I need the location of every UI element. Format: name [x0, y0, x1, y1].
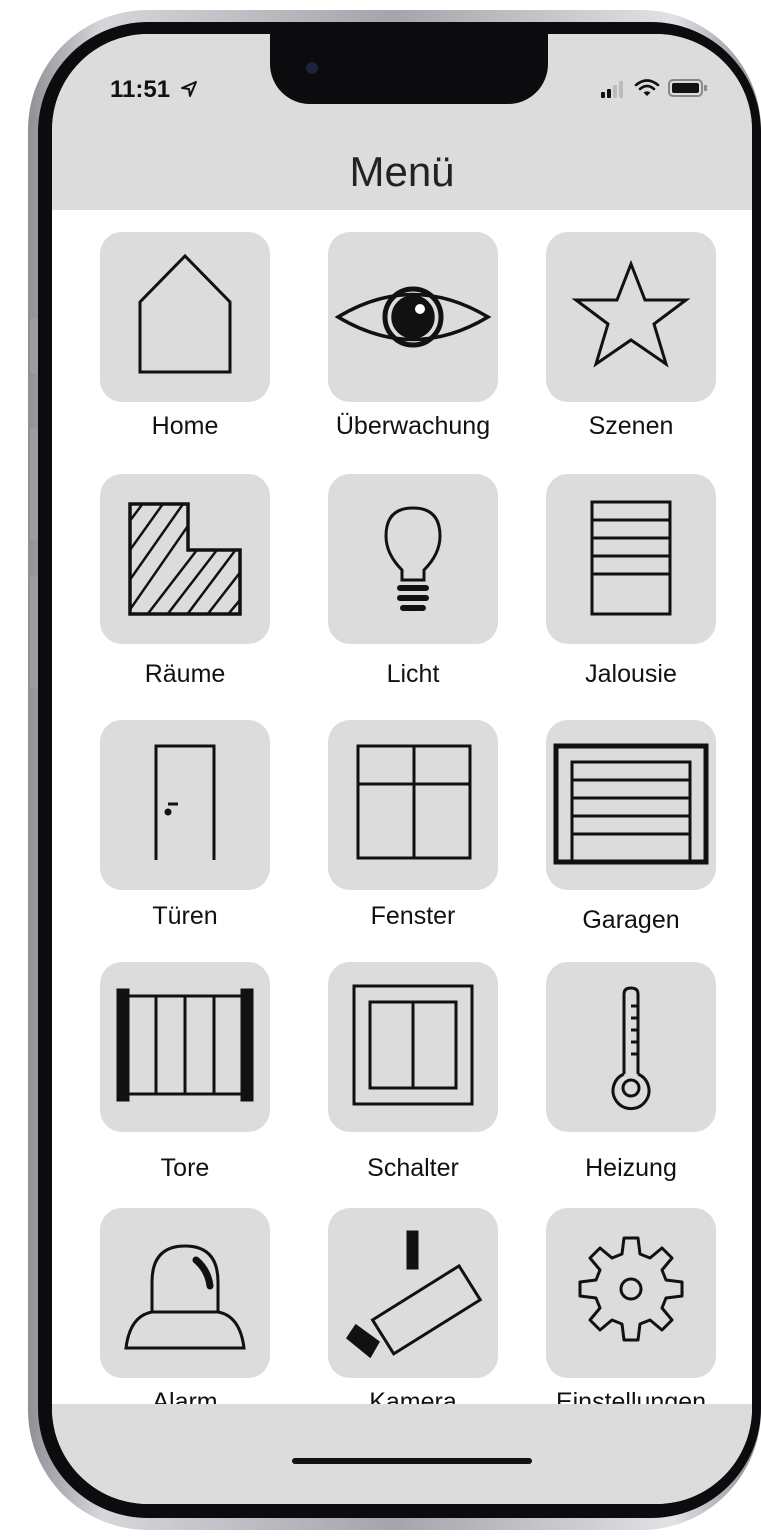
menu-tile-ueberwachung[interactable]: [328, 232, 498, 402]
volume-down-button: [30, 576, 38, 688]
menu-tile-alarm[interactable]: [100, 1208, 270, 1378]
location-arrow-icon: [180, 81, 197, 97]
menu-tile-jalousie[interactable]: [546, 474, 716, 644]
thermometer-icon: [611, 986, 651, 1111]
menu-label-home: Home: [151, 412, 219, 440]
lightbulb-icon: [384, 506, 442, 611]
status-time: 11:51: [110, 76, 198, 104]
bottom-bar: [52, 1404, 752, 1504]
menu-tile-licht[interactable]: [328, 474, 498, 644]
menu-tile-fenster[interactable]: [328, 720, 498, 890]
menu-tile-heizung[interactable]: [546, 962, 716, 1132]
menu-tile-raeume[interactable]: [100, 474, 270, 644]
volume-up-button: [30, 428, 38, 540]
gate-icon: [116, 988, 254, 1102]
menu-tile-garagen[interactable]: [546, 720, 716, 890]
menu-label-fenster: Fenster: [370, 902, 456, 930]
menu-tile-schalter[interactable]: [328, 962, 498, 1132]
screen: 11:51 Menü Home Überwachung Szenen Räume…: [52, 34, 752, 1504]
menu-tile-home[interactable]: [100, 232, 270, 402]
gear-icon: [578, 1236, 684, 1342]
menu-tile-einstellungen[interactable]: [546, 1208, 716, 1378]
menu-tile-kamera[interactable]: [328, 1208, 498, 1378]
star-icon: [571, 259, 691, 368]
house-icon: [138, 253, 232, 374]
blinds-icon: [590, 500, 672, 616]
page-title: Menü: [349, 148, 455, 195]
wifi-icon: [634, 79, 660, 96]
alarm-light-icon: [124, 1244, 246, 1350]
front-camera: [306, 62, 318, 74]
room-icon: [128, 502, 242, 616]
menu-tile-tueren[interactable]: [100, 720, 270, 890]
menu-tile-szenen[interactable]: [546, 232, 716, 402]
menu-label-licht: Licht: [386, 660, 440, 688]
door-icon: [154, 744, 216, 860]
home-indicator[interactable]: [292, 1458, 532, 1464]
menu-label-garagen: Garagen: [582, 906, 680, 934]
mute-switch: [30, 318, 38, 374]
menu-label-tore: Tore: [160, 1154, 210, 1182]
menu-label-szenen: Szenen: [588, 412, 674, 440]
battery-icon: [668, 79, 707, 97]
menu-label-jalousie: Jalousie: [585, 660, 677, 688]
switch-icon: [352, 984, 474, 1106]
status-icons: [600, 78, 708, 98]
menu-label-ueberwachung: Überwachung: [335, 412, 491, 440]
menu-label-raeume: Räume: [144, 660, 226, 688]
signal-icon: [601, 81, 623, 98]
garage-icon: [553, 743, 709, 865]
menu-tile-tore[interactable]: [100, 962, 270, 1132]
menu-label-tueren: Türen: [152, 902, 218, 930]
status-time-text: 11:51: [110, 76, 171, 103]
eye-icon: [334, 286, 492, 348]
menu-label-schalter: Schalter: [367, 1154, 459, 1182]
window-icon: [356, 744, 472, 860]
menu-label-heizung: Heizung: [585, 1154, 677, 1182]
camera-icon: [345, 1230, 483, 1359]
